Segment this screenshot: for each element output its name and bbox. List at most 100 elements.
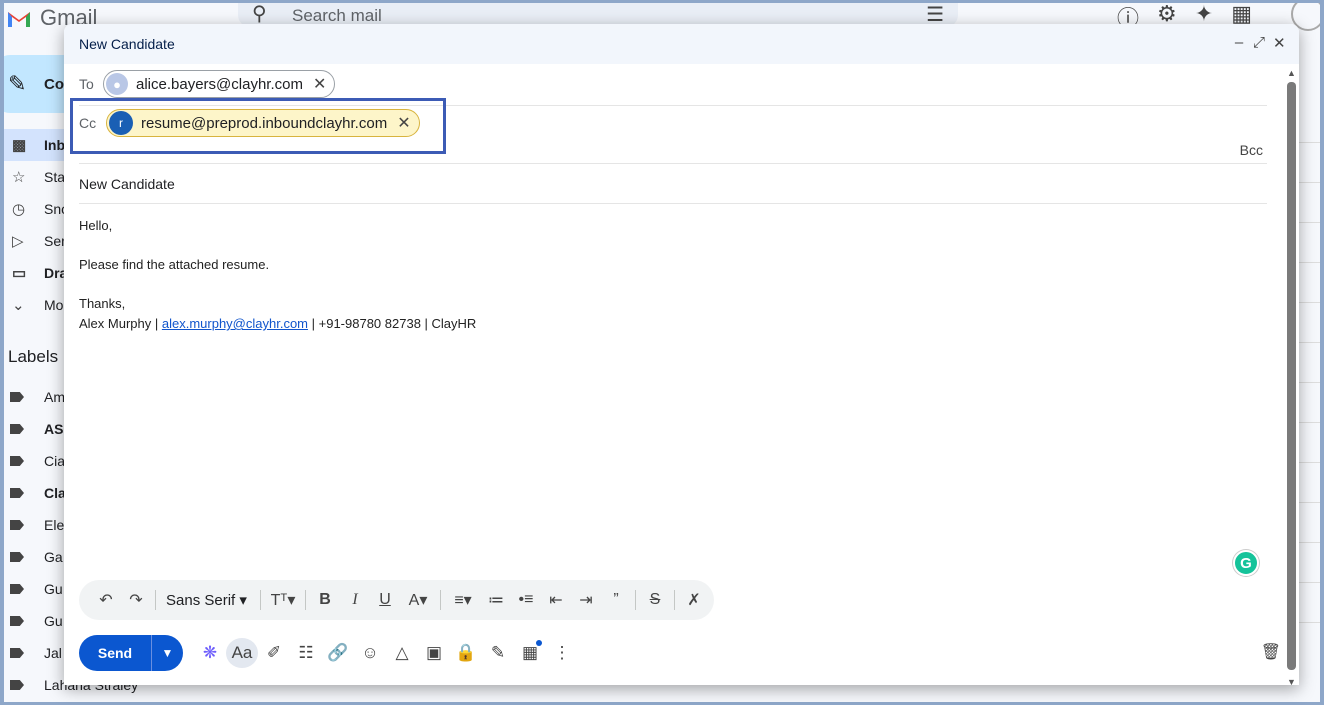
notification-dot	[536, 640, 542, 646]
recipient-email: alice.bayers@clayhr.com	[136, 75, 303, 93]
quote-icon[interactable]: ”	[601, 591, 631, 609]
label-text: Gu	[44, 613, 63, 629]
label-icon	[10, 520, 24, 530]
underline-icon[interactable]: U	[370, 591, 400, 609]
label-icon	[10, 584, 24, 594]
emoji-icon[interactable]: ☺	[354, 638, 386, 668]
send-icon: ▷	[12, 233, 24, 250]
remove-recipient-icon[interactable]: ✕	[313, 74, 326, 94]
cc-label: Cc	[79, 115, 97, 131]
strikethrough-icon[interactable]: S	[640, 591, 670, 609]
magic-pen-icon[interactable]: ✐	[258, 638, 290, 668]
link-icon[interactable]: 🔗	[322, 638, 354, 668]
label-text: Ele	[44, 517, 65, 533]
clock-icon: ◷	[12, 201, 26, 218]
send-button[interactable]: Send	[79, 635, 151, 671]
label-text: Jal	[44, 645, 62, 661]
font-select[interactable]: Sans Serif ▾	[160, 591, 256, 609]
compose-dialog: New Candidate – ⤢ ✕ To ● alice.bayers@cl…	[64, 24, 1299, 685]
search-icon[interactable]: ⚲	[252, 3, 267, 26]
cc-recipient-chip[interactable]: r resume@preprod.inboundclayhr.com ✕	[106, 109, 420, 137]
gmail-m-icon	[8, 12, 30, 27]
inbox-icon: ▩	[12, 137, 27, 154]
to-label: To	[79, 76, 94, 92]
label-text: Am	[44, 389, 65, 405]
italic-icon[interactable]: I	[340, 591, 370, 609]
message-body[interactable]: Hello, Please find the attached resume. …	[79, 216, 476, 334]
minimize-icon[interactable]: –	[1233, 34, 1245, 52]
label-text: AS	[44, 421, 64, 437]
cc-avatar: r	[109, 111, 133, 135]
compose-scrollbar[interactable]: ▲ ▼	[1287, 68, 1296, 685]
label-icon	[10, 648, 24, 658]
indent-more-icon[interactable]: ⇥	[571, 590, 601, 610]
label-icon	[10, 392, 24, 402]
signature-icon[interactable]: ✎	[482, 638, 514, 668]
scroll-thumb[interactable]	[1287, 82, 1296, 670]
confidential-mode-icon[interactable]: 🔒	[450, 638, 482, 668]
body-thanks: Thanks,	[79, 296, 126, 311]
signature-name: Alex Murphy |	[79, 316, 159, 331]
text-size-icon[interactable]: Tᵀ▾	[265, 590, 301, 610]
signature-email-link[interactable]: alex.murphy@clayhr.com	[162, 316, 308, 331]
numbered-list-icon[interactable]: ≔	[481, 590, 511, 610]
star-icon: ☆	[12, 169, 26, 186]
subject-input[interactable]: New Candidate	[79, 176, 175, 192]
bold-icon[interactable]: B	[310, 591, 340, 609]
recipient-chip[interactable]: ● alice.bayers@clayhr.com ✕	[103, 70, 336, 98]
compose-window-controls: – ⤢ ✕	[1233, 34, 1286, 52]
person-avatar-icon: ●	[106, 73, 128, 95]
labels-heading: Labels	[8, 347, 59, 366]
align-icon[interactable]: ≡▾	[445, 590, 481, 610]
label-icon	[10, 456, 24, 466]
label-icon	[10, 552, 24, 562]
remove-cc-recipient-icon[interactable]: ✕	[397, 113, 410, 133]
compose-header[interactable]: New Candidate – ⤢ ✕	[64, 24, 1299, 64]
subject-field[interactable]: New Candidate	[79, 164, 1267, 204]
schedule-send-icon[interactable]: ▦	[514, 638, 546, 668]
grammarly-icon[interactable]: G	[1233, 550, 1259, 576]
body-line: Please find the attached resume.	[79, 257, 270, 272]
photo-icon[interactable]: ▣	[418, 638, 450, 668]
sidebar-item-label: Mo	[44, 297, 64, 313]
compose-title: New Candidate	[79, 36, 175, 52]
chevron-down-icon: ⌄	[12, 297, 25, 314]
label-text: Cia	[44, 453, 66, 469]
undo-icon[interactable]: ↶	[91, 590, 121, 610]
exit-fullscreen-icon[interactable]: ⤢	[1253, 34, 1265, 52]
close-icon[interactable]: ✕	[1273, 34, 1286, 52]
template-icon[interactable]: ☷	[290, 638, 322, 668]
label-icon	[10, 680, 24, 690]
signature-line: Alex Murphy | alex.murphy@clayhr.com | +…	[79, 314, 476, 334]
bulleted-list-icon[interactable]: •≡	[511, 591, 541, 609]
text-color-icon[interactable]: A▾	[400, 590, 436, 610]
compose-bottom-toolbar: ❋ Aa ✐ ☷ 🔗 ☺ △ ▣ 🔒 ✎ ▦ ⋮	[194, 638, 578, 668]
signature-details: | +91-98780 82738 | ClayHR	[311, 316, 477, 331]
font-name: Sans Serif	[166, 592, 236, 609]
search-input[interactable]: Search mail	[292, 6, 382, 26]
drive-icon[interactable]: △	[386, 638, 418, 668]
label-text: Ga	[44, 549, 63, 565]
formatting-toolbar: ↶ ↷ Sans Serif ▾ Tᵀ▾ B I U A▾ ≡▾ ≔ •≡ ⇤ …	[79, 580, 714, 620]
send-group: Send ▼	[79, 635, 183, 671]
send-options-icon[interactable]: ▼	[151, 635, 183, 671]
scroll-up-icon[interactable]: ▲	[1287, 68, 1296, 78]
label-text: Cla	[44, 485, 66, 501]
remove-formatting-icon[interactable]: ✗	[679, 590, 709, 610]
cc-recipient-email: resume@preprod.inboundclayhr.com	[141, 114, 388, 132]
discard-draft-icon[interactable]: 🗑	[1261, 642, 1281, 662]
formatting-options-icon[interactable]: Aa	[226, 638, 258, 668]
indent-less-icon[interactable]: ⇤	[541, 590, 571, 610]
label-icon	[10, 424, 24, 434]
ai-assist-icon[interactable]: ❋	[194, 638, 226, 668]
label-icon	[10, 488, 24, 498]
compose-label: Co	[44, 76, 64, 93]
pencil-icon: ✎	[8, 71, 27, 96]
redo-icon[interactable]: ↷	[121, 590, 151, 610]
more-options-icon[interactable]: ⋮	[546, 638, 578, 668]
sidebar-item-label: Inb	[44, 137, 65, 153]
sidebar-item-label: Sta	[44, 169, 66, 185]
scroll-down-icon[interactable]: ▼	[1287, 677, 1296, 685]
body-greeting: Hello,	[79, 218, 113, 233]
bcc-link[interactable]: Bcc	[1240, 142, 1263, 158]
